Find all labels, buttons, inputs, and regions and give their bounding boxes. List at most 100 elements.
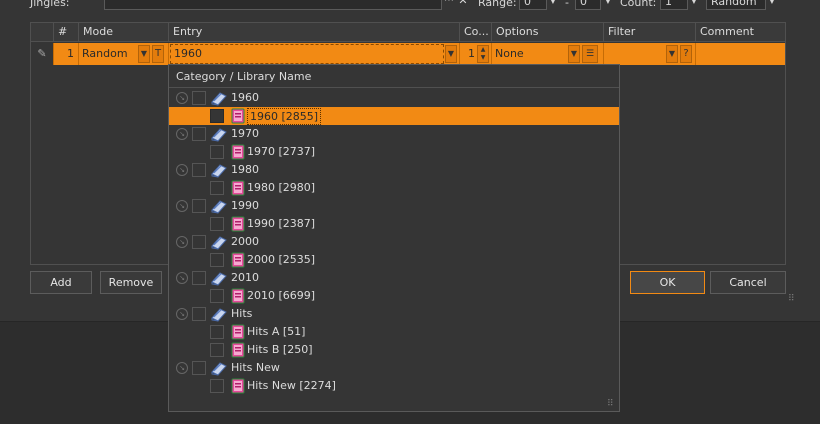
library-row[interactable]: 1990 [2387] (169, 215, 619, 233)
expand-icon[interactable]: ↘ (176, 128, 188, 140)
category-row[interactable]: ↘ 1960 (169, 89, 619, 107)
library-icon (231, 324, 245, 340)
jingle-mode-select[interactable]: Random (706, 0, 766, 10)
col-mode[interactable]: Mode (78, 23, 168, 42)
options-filter-icon[interactable]: ☰ (582, 45, 598, 63)
library-checkbox[interactable] (210, 217, 224, 231)
category-label: 1980 (231, 163, 259, 176)
category-row[interactable]: ↘ 1970 (169, 125, 619, 143)
expand-icon[interactable]: ↘ (176, 92, 188, 104)
add-button[interactable]: Add (30, 271, 92, 294)
library-label: 1980 [2980] (247, 181, 316, 194)
range-to-input[interactable]: 0 (575, 0, 601, 10)
library-checkbox[interactable] (210, 289, 224, 303)
count-label: Count: (620, 0, 657, 9)
library-row[interactable]: 1980 [2980] (169, 179, 619, 197)
category-checkbox[interactable] (192, 91, 206, 105)
entry-combo[interactable]: 1960 (170, 44, 444, 64)
jingles-input[interactable] (104, 0, 442, 10)
library-checkbox[interactable] (210, 379, 224, 393)
resize-grip-icon[interactable]: ⠿ (788, 294, 795, 304)
dropdown-resize-grip-icon[interactable]: ⠿ (607, 399, 614, 409)
row-comment[interactable] (695, 43, 787, 65)
library-checkbox[interactable] (210, 109, 224, 123)
category-row[interactable]: ↘ Hits (169, 305, 619, 323)
library-row[interactable]: 1970 [2737] (169, 143, 619, 161)
count-down-icon[interactable]: ▼ (688, 0, 700, 10)
category-row[interactable]: ↘ Hits New (169, 359, 619, 377)
library-icon (231, 108, 245, 124)
ok-button[interactable]: OK (630, 271, 705, 294)
library-label: 2010 [6699] (247, 289, 316, 302)
library-checkbox[interactable] (210, 253, 224, 267)
range-to-down-icon[interactable]: ▼ (602, 0, 614, 10)
library-checkbox[interactable] (210, 325, 224, 339)
col-count[interactable]: Co... (459, 23, 491, 42)
expand-icon[interactable]: ↘ (176, 272, 188, 284)
jingle-mode-down-icon[interactable]: ▼ (766, 0, 778, 10)
filter-help-button[interactable]: ? (680, 45, 692, 63)
category-label: Hits (231, 307, 253, 320)
category-checkbox[interactable] (192, 163, 206, 177)
range-from-down-icon[interactable]: ▼ (547, 0, 559, 10)
library-dropdown: Category / Library Name ↘ 1960 1960 [2855]… (168, 64, 620, 412)
category-checkbox[interactable] (192, 307, 206, 321)
category-checkbox[interactable] (192, 271, 206, 285)
category-row[interactable]: ↘ 2000 (169, 233, 619, 251)
library-checkbox[interactable] (210, 145, 224, 159)
type-button[interactable]: T (152, 45, 164, 63)
count-spinner-icon[interactable]: ▲ ▼ (477, 45, 489, 63)
library-row[interactable]: 2000 [2535] (169, 251, 619, 269)
options-dropdown-icon[interactable]: ▼ (568, 45, 580, 63)
library-checkbox[interactable] (210, 343, 224, 357)
expand-icon[interactable]: ↘ (176, 362, 188, 374)
category-book-icon (210, 126, 228, 142)
remove-button[interactable]: Remove (100, 271, 162, 294)
expand-icon[interactable]: ↘ (176, 308, 188, 320)
table-row[interactable]: ✎ 1 Random ▼ T 1960 ▼ 1 ▲ ▼ None ▼ ☰ ▼ ? (31, 43, 785, 65)
col-options[interactable]: Options (491, 23, 603, 42)
library-label: Hits B [250] (247, 343, 313, 356)
category-row[interactable]: ↘ 1990 (169, 197, 619, 215)
category-checkbox[interactable] (192, 199, 206, 213)
library-row[interactable]: Hits B [250] (169, 341, 619, 359)
category-row[interactable]: ↘ 2010 (169, 269, 619, 287)
col-filter[interactable]: Filter (603, 23, 695, 42)
library-row[interactable]: 1960 [2855] (169, 107, 619, 125)
category-book-icon (210, 360, 228, 376)
library-label: 1960 [2855] (247, 108, 322, 125)
library-row[interactable]: 2010 [6699] (169, 287, 619, 305)
filter-dropdown-icon[interactable]: ▼ (666, 45, 678, 63)
category-checkbox[interactable] (192, 235, 206, 249)
entry-dropdown-icon[interactable]: ▼ (445, 45, 457, 63)
expand-icon[interactable]: ↘ (176, 200, 188, 212)
category-book-icon (210, 198, 228, 214)
library-icon (231, 144, 245, 160)
clear-icon[interactable]: ✕ (457, 0, 469, 10)
category-label: 1990 (231, 199, 259, 212)
col-num[interactable]: # (53, 23, 78, 42)
library-row[interactable]: Hits A [51] (169, 323, 619, 341)
expand-icon[interactable]: ↘ (176, 236, 188, 248)
ellipsis-icon[interactable]: ⋯ (443, 0, 455, 10)
cancel-button[interactable]: Cancel (710, 271, 786, 294)
expand-icon[interactable]: ↘ (176, 164, 188, 176)
category-checkbox[interactable] (192, 127, 206, 141)
count-input[interactable]: 1 (660, 0, 688, 10)
category-label: 2010 (231, 271, 259, 284)
category-checkbox[interactable] (192, 361, 206, 375)
range-separator: - (565, 0, 569, 9)
library-icon (231, 180, 245, 196)
mode-dropdown-icon[interactable]: ▼ (138, 45, 150, 63)
category-book-icon (210, 234, 228, 250)
category-book-icon (210, 162, 228, 178)
dropdown-header: Category / Library Name (169, 65, 619, 88)
library-checkbox[interactable] (210, 181, 224, 195)
range-from-input[interactable]: 0 (519, 0, 547, 10)
library-row[interactable]: Hits New [2274] (169, 377, 619, 395)
col-comment[interactable]: Comment (695, 23, 785, 42)
col-entry[interactable]: Entry (168, 23, 459, 42)
row-options-value: None (495, 47, 524, 60)
category-row[interactable]: ↘ 1980 (169, 161, 619, 179)
library-icon (231, 378, 245, 394)
